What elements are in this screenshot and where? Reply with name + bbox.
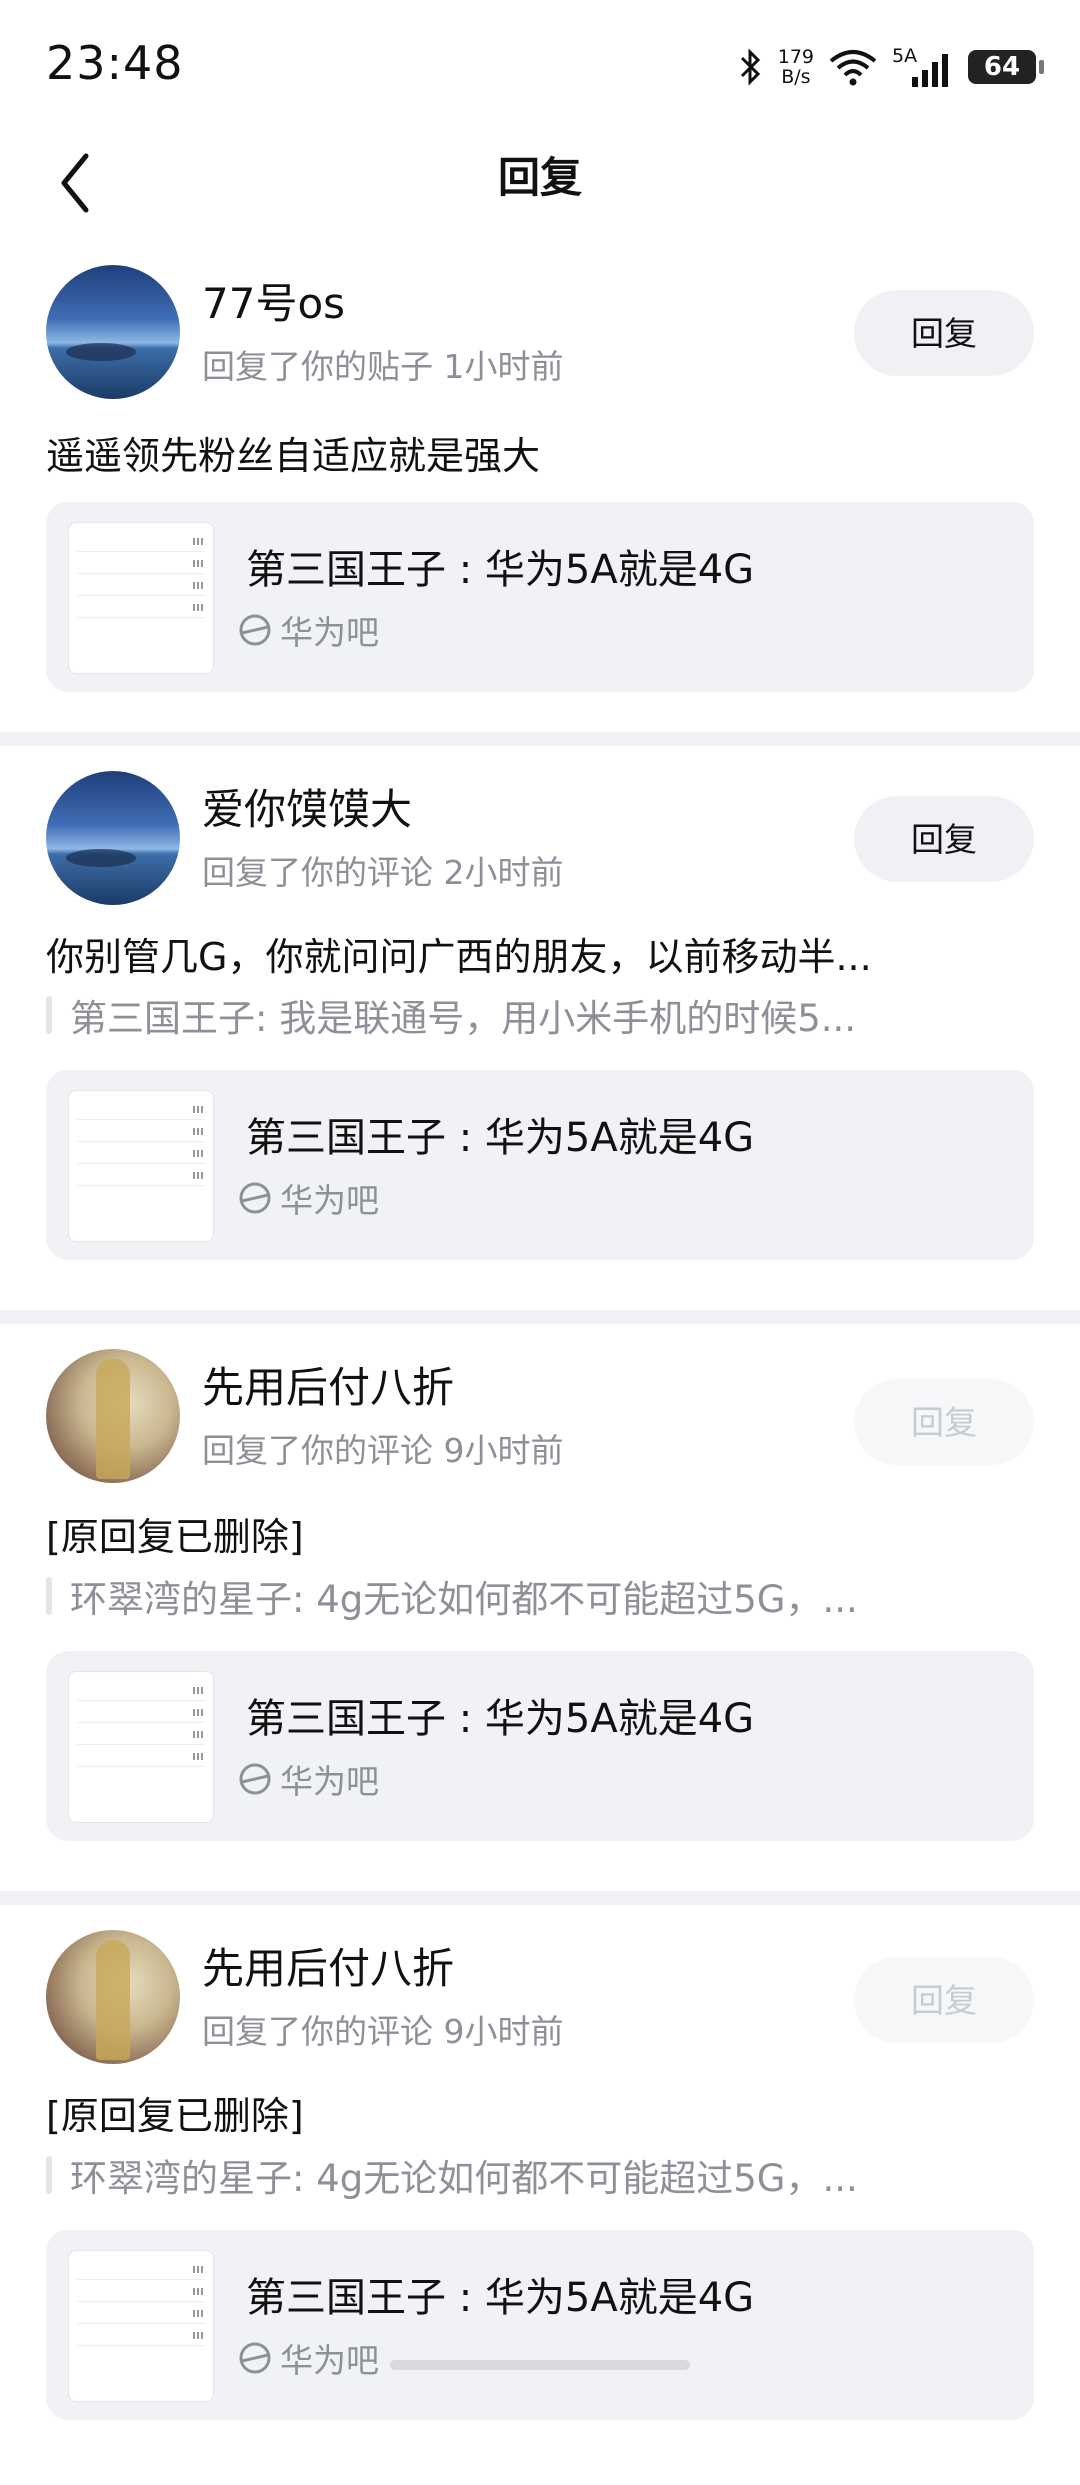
network-speed: 179 B/s xyxy=(777,46,814,88)
signal-5a: 5A xyxy=(892,45,954,89)
quoted-comment: 环翠湾的星子: 4g无论如何都不可能超过5G，... xyxy=(46,2148,1034,2202)
battery-indicator: 64 xyxy=(968,50,1044,84)
forum-icon xyxy=(239,1763,271,1795)
user-name[interactable]: 先用后付八折 xyxy=(202,1354,454,1415)
forum-name: 华为吧 xyxy=(280,2341,379,2380)
wifi-icon xyxy=(829,50,877,86)
reply-list: 77号os 回复了你的贴子 1小时前 回复 遥遥领先粉丝自适应就是强大 第三国王… xyxy=(0,240,1080,2485)
reply-meta: 回复了你的评论 2小时前 xyxy=(202,853,564,892)
reply-content: [原回复已删除] xyxy=(46,1515,304,1559)
forum-link: 华为吧 xyxy=(238,606,379,654)
post-card[interactable]: 第三国王子 : 华为5A就是4G 华为吧 xyxy=(46,1651,1034,1841)
post-thumbnail xyxy=(68,1671,214,1823)
reply-content: [原回复已删除] xyxy=(46,2094,304,2138)
reply-button[interactable]: 回复 xyxy=(854,1957,1034,2043)
status-icons: 179 B/s 5A 64 xyxy=(738,42,1044,92)
divider xyxy=(0,1310,1080,1324)
signal-bars-icon xyxy=(912,54,948,87)
reply-item[interactable]: 先用后付八折 回复了你的评论 9小时前 回复 [原回复已删除] 环翠湾的星子: … xyxy=(0,1324,1080,1891)
post-thumbnail xyxy=(68,1090,214,1242)
forum-name: 华为吧 xyxy=(280,1762,379,1801)
forum-link: 华为吧 xyxy=(238,2334,379,2382)
user-name[interactable]: 爱你馍馍大 xyxy=(202,776,412,837)
post-title: 第三国王子 : 华为5A就是4G xyxy=(246,547,755,593)
bluetooth-icon xyxy=(740,48,760,86)
reply-item[interactable]: 先用后付八折 回复了你的评论 9小时前 回复 [原回复已删除] 环翠湾的星子: … xyxy=(0,1905,1080,2485)
reply-item[interactable]: 爱你馍馍大 回复了你的评论 2小时前 回复 你别管几G，你就问问广西的朋友，以前… xyxy=(0,746,1080,1310)
quoted-comment: 环翠湾的星子: 4g无论如何都不可能超过5G，... xyxy=(46,1569,1034,1623)
page-header: 回复 xyxy=(0,130,1080,240)
reply-button[interactable]: 回复 xyxy=(854,796,1034,882)
status-bar: 23:48 179 B/s 5A 64 xyxy=(0,0,1080,130)
forum-icon xyxy=(239,2342,271,2374)
reply-button[interactable]: 回复 xyxy=(854,1379,1034,1465)
user-name[interactable]: 先用后付八折 xyxy=(202,1935,454,1996)
home-indicator[interactable] xyxy=(390,2360,690,2370)
avatar[interactable] xyxy=(46,1349,180,1483)
avatar[interactable] xyxy=(46,265,180,399)
divider xyxy=(0,1891,1080,1905)
post-thumbnail xyxy=(68,2250,214,2402)
post-title: 第三国王子 : 华为5A就是4G xyxy=(246,1115,755,1161)
page-title: 回复 xyxy=(497,153,582,202)
post-card[interactable]: 第三国王子 : 华为5A就是4G 华为吧 xyxy=(46,1070,1034,1260)
reply-meta: 回复了你的贴子 1小时前 xyxy=(202,347,564,386)
reply-button[interactable]: 回复 xyxy=(854,290,1034,376)
post-title: 第三国王子 : 华为5A就是4G xyxy=(246,2275,755,2321)
divider xyxy=(0,732,1080,746)
forum-icon xyxy=(239,1182,271,1214)
forum-name: 华为吧 xyxy=(280,1181,379,1220)
avatar[interactable] xyxy=(46,1930,180,2064)
reply-meta: 回复了你的评论 9小时前 xyxy=(202,1431,564,1470)
status-time: 23:48 xyxy=(46,36,184,90)
forum-link: 华为吧 xyxy=(238,1755,379,1803)
forum-icon xyxy=(239,614,271,646)
avatar[interactable] xyxy=(46,771,180,905)
reply-item[interactable]: 77号os 回复了你的贴子 1小时前 回复 遥遥领先粉丝自适应就是强大 第三国王… xyxy=(0,240,1080,732)
post-card[interactable]: 第三国王子 : 华为5A就是4G 华为吧 xyxy=(46,502,1034,692)
user-name[interactable]: 77号os xyxy=(202,270,345,331)
post-thumbnail xyxy=(68,522,214,674)
post-title: 第三国王子 : 华为5A就是4G xyxy=(246,1696,755,1742)
forum-link: 华为吧 xyxy=(238,1174,379,1222)
post-card[interactable]: 第三国王子 : 华为5A就是4G 华为吧 xyxy=(46,2230,1034,2420)
reply-meta: 回复了你的评论 9小时前 xyxy=(202,2012,564,2051)
forum-name: 华为吧 xyxy=(280,613,379,652)
reply-content: 遥遥领先粉丝自适应就是强大 xyxy=(46,434,541,478)
quoted-comment: 第三国王子: 我是联通号，用小米手机的时候5... xyxy=(46,988,1034,1042)
reply-content: 你别管几G，你就问问广西的朋友，以前移动半... xyxy=(46,935,872,979)
